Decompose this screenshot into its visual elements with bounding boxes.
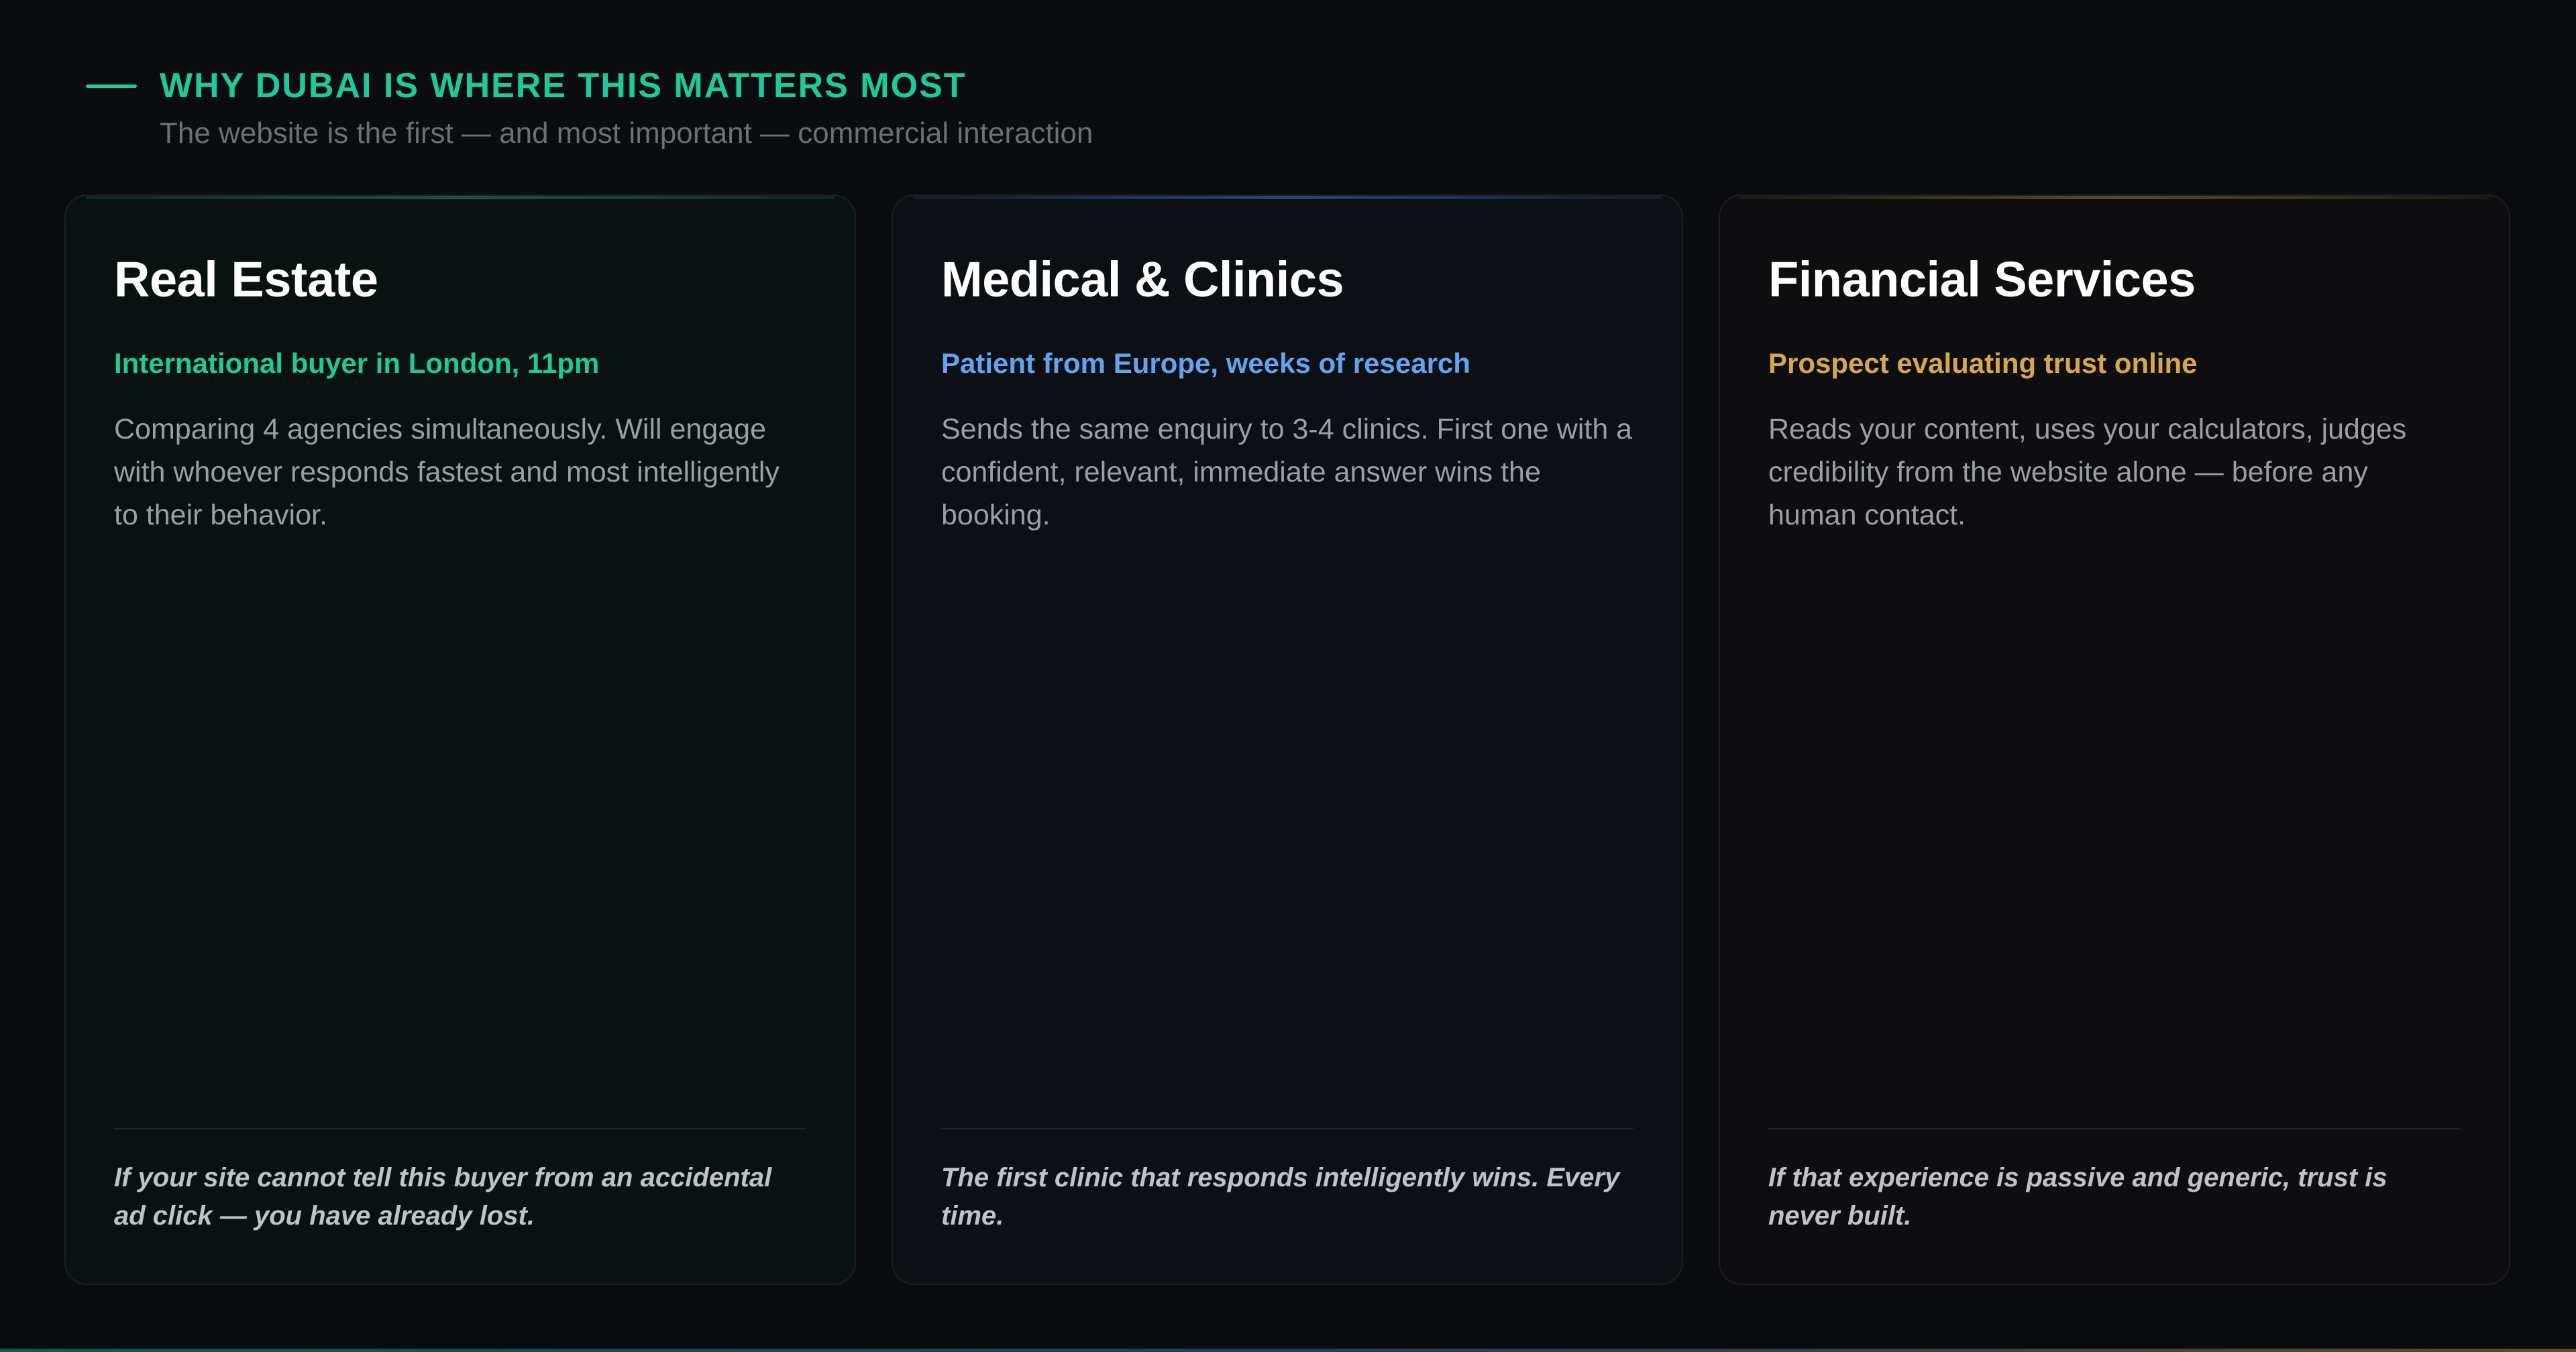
page: WHY DUBAI IS WHERE THIS MATTERS MOST The…	[0, 0, 2576, 1352]
card-footer: The first clinic that responds intellige…	[941, 1163, 1620, 1231]
card-divider	[1768, 1128, 2461, 1129]
card-content: Medical & Clinics Patient from Europe, w…	[941, 196, 1633, 1284]
section-header: WHY DUBAI IS WHERE THIS MATTERS MOST The…	[86, 64, 1093, 150]
card-divider	[941, 1128, 1633, 1129]
card-financial-services: Financial Services Prospect evaluating t…	[1719, 194, 2510, 1285]
section-eyebrow: WHY DUBAI IS WHERE THIS MATTERS MOST	[160, 66, 967, 105]
card-body: Reads your content, uses your calculator…	[1768, 413, 2407, 531]
eyebrow-row: WHY DUBAI IS WHERE THIS MATTERS MOST	[86, 64, 1093, 107]
card-title: Medical & Clinics	[941, 251, 1344, 307]
section-subtitle: The website is the first — and most impo…	[160, 117, 1093, 150]
card-title: Financial Services	[1768, 251, 2196, 307]
card-footer: If that experience is passive and generi…	[1768, 1163, 2387, 1231]
card-content: Financial Services Prospect evaluating t…	[1768, 196, 2461, 1284]
card-medical-clinics: Medical & Clinics Patient from Europe, w…	[892, 194, 1683, 1285]
card-divider	[114, 1128, 806, 1129]
eyebrow-accent-line	[86, 84, 137, 88]
card-kicker: Prospect evaluating trust online	[1768, 347, 2198, 379]
card-content: Real Estate International buyer in Londo…	[114, 196, 806, 1284]
card-footer: If your site cannot tell this buyer from…	[114, 1163, 772, 1231]
card-real-estate: Real Estate International buyer in Londo…	[64, 194, 856, 1285]
card-body: Comparing 4 agencies simultaneously. Wil…	[114, 413, 780, 531]
card-title: Real Estate	[114, 251, 378, 307]
card-kicker: International buyer in London, 11pm	[114, 347, 600, 379]
card-kicker: Patient from Europe, weeks of research	[941, 347, 1470, 379]
card-body: Sends the same enquiry to 3-4 clinics. F…	[941, 413, 1633, 531]
bottom-gradient-bar	[0, 1349, 2576, 1352]
